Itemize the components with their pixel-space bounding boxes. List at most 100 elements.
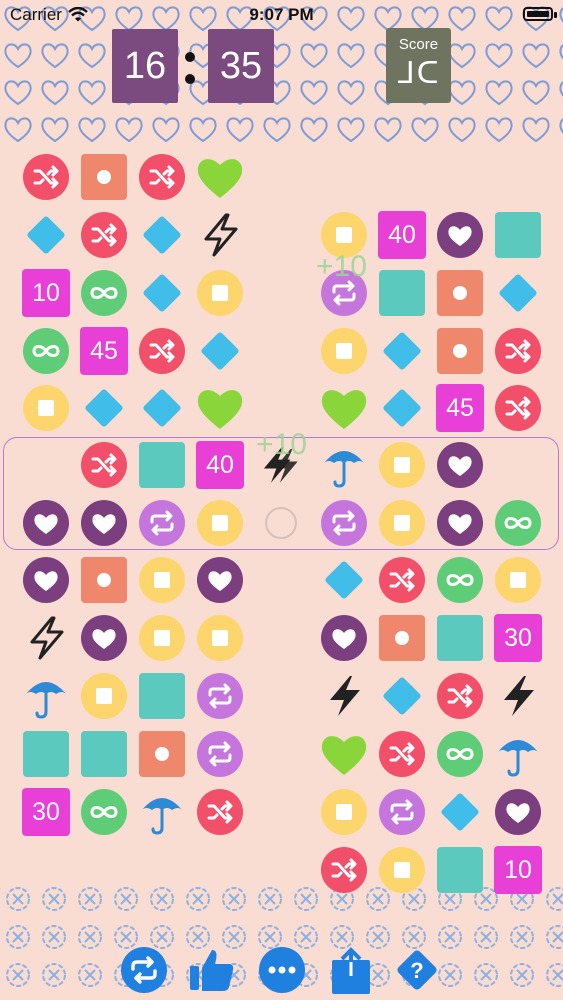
heart-badge-tile-icon[interactable] xyxy=(22,499,70,547)
repeat-tile-icon[interactable] xyxy=(320,499,368,547)
umbrella-tile-icon[interactable] xyxy=(320,441,368,489)
shuffle-tile-icon[interactable] xyxy=(138,327,186,375)
heart-badge-tile-icon[interactable] xyxy=(494,788,542,836)
like-button[interactable] xyxy=(188,948,236,996)
umbrella-tile-icon[interactable] xyxy=(22,672,70,720)
square-coin-tile-icon[interactable] xyxy=(320,788,368,836)
heart-badge-tile-icon[interactable] xyxy=(22,556,70,604)
diamond-tile-icon[interactable] xyxy=(436,788,484,836)
dot-square-tile-icon[interactable] xyxy=(378,614,426,662)
dot-square-tile-icon[interactable] xyxy=(138,730,186,778)
diamond-tile-icon[interactable] xyxy=(138,269,186,317)
dot-square-tile-icon[interactable] xyxy=(80,556,128,604)
lightning-tile-icon[interactable] xyxy=(494,672,542,720)
heart-badge-tile-icon[interactable] xyxy=(436,211,484,259)
number-tile[interactable]: 30 xyxy=(22,788,70,836)
help-button[interactable]: ? xyxy=(393,948,441,996)
diamond-tile-icon[interactable] xyxy=(378,672,426,720)
repeat-tile-icon[interactable] xyxy=(196,672,244,720)
infinity-tile-icon[interactable] xyxy=(436,556,484,604)
square-coin-tile-icon[interactable] xyxy=(320,327,368,375)
umbrella-tile-icon[interactable] xyxy=(138,788,186,836)
square-coin-tile-icon[interactable] xyxy=(138,556,186,604)
square-coin-tile-icon[interactable] xyxy=(80,672,128,720)
diamond-tile-icon[interactable] xyxy=(494,269,542,317)
number-tile[interactable]: 40 xyxy=(378,211,426,259)
lightning-tile-icon[interactable] xyxy=(196,211,244,259)
teal-square-tile-icon[interactable] xyxy=(378,269,426,317)
heart-tile-icon[interactable] xyxy=(196,153,244,201)
shuffle-tile-icon[interactable] xyxy=(494,384,542,432)
square-coin-tile-icon[interactable] xyxy=(22,384,70,432)
shuffle-tile-icon[interactable] xyxy=(378,556,426,604)
square-coin-tile-icon[interactable] xyxy=(378,499,426,547)
infinity-tile-icon[interactable] xyxy=(80,788,128,836)
shuffle-tile-icon[interactable] xyxy=(320,846,368,894)
shuffle-tile-icon[interactable] xyxy=(436,672,484,720)
shuffle-tile-icon[interactable] xyxy=(80,441,128,489)
diamond-tile-icon[interactable] xyxy=(320,556,368,604)
share-button[interactable] xyxy=(327,946,375,996)
dot-square-tile-icon[interactable] xyxy=(436,327,484,375)
teal-square-tile-icon[interactable] xyxy=(436,846,484,894)
score-panel: Score ᒧᑕ xyxy=(386,28,451,103)
diamond-tile-icon[interactable] xyxy=(80,384,128,432)
teal-square-tile-icon[interactable] xyxy=(138,441,186,489)
timer-seconds: 35 xyxy=(208,29,274,103)
infinity-tile-icon[interactable] xyxy=(494,499,542,547)
number-tile[interactable]: 40 xyxy=(196,441,244,489)
umbrella-tile-icon[interactable] xyxy=(494,730,542,778)
repeat-tile-icon[interactable] xyxy=(378,788,426,836)
infinity-tile-icon[interactable] xyxy=(436,730,484,778)
dot-square-tile-icon[interactable] xyxy=(436,269,484,317)
diamond-tile-icon[interactable] xyxy=(196,327,244,375)
diamond-tile-icon[interactable] xyxy=(138,384,186,432)
repeat-tile-icon[interactable] xyxy=(138,499,186,547)
infinity-tile-icon[interactable] xyxy=(80,269,128,317)
number-tile[interactable]: 10 xyxy=(494,846,542,894)
shuffle-tile-icon[interactable] xyxy=(80,211,128,259)
diamond-tile-icon[interactable] xyxy=(138,211,186,259)
shuffle-tile-icon[interactable] xyxy=(22,153,70,201)
heart-tile-icon[interactable] xyxy=(320,384,368,432)
teal-square-tile-icon[interactable] xyxy=(138,672,186,720)
diamond-tile-icon[interactable] xyxy=(22,211,70,259)
square-coin-tile-icon[interactable] xyxy=(196,269,244,317)
square-coin-tile-icon[interactable] xyxy=(494,556,542,604)
heart-badge-tile-icon[interactable] xyxy=(196,556,244,604)
shuffle-tile-icon[interactable] xyxy=(494,327,542,375)
heart-badge-tile-icon[interactable] xyxy=(436,499,484,547)
infinity-tile-icon[interactable] xyxy=(22,327,70,375)
number-tile[interactable]: 10 xyxy=(22,269,70,317)
heart-badge-tile-icon[interactable] xyxy=(80,614,128,662)
diamond-tile-icon[interactable] xyxy=(378,384,426,432)
square-coin-tile-icon[interactable] xyxy=(378,846,426,894)
shuffle-tile-icon[interactable] xyxy=(196,788,244,836)
teal-square-tile-icon[interactable] xyxy=(436,614,484,662)
heart-tile-icon[interactable] xyxy=(196,384,244,432)
heart-tile-icon[interactable] xyxy=(320,730,368,778)
heart-badge-tile-icon[interactable] xyxy=(80,499,128,547)
teal-square-tile-icon[interactable] xyxy=(22,730,70,778)
square-coin-tile-icon[interactable] xyxy=(138,614,186,662)
shuffle-button[interactable] xyxy=(120,946,168,996)
shuffle-tile-icon[interactable] xyxy=(378,730,426,778)
heart-badge-tile-icon[interactable] xyxy=(436,441,484,489)
lightning-tile-icon[interactable] xyxy=(22,614,70,662)
number-tile[interactable]: 45 xyxy=(436,384,484,432)
teal-square-tile-icon[interactable] xyxy=(494,211,542,259)
teal-square-tile-icon[interactable] xyxy=(80,730,128,778)
heart-badge-tile-icon[interactable] xyxy=(320,614,368,662)
empty-tile-slot[interactable] xyxy=(265,507,297,539)
number-tile[interactable]: 45 xyxy=(80,327,128,375)
repeat-tile-icon[interactable] xyxy=(196,730,244,778)
square-coin-tile-icon[interactable] xyxy=(196,614,244,662)
square-coin-tile-icon[interactable] xyxy=(196,499,244,547)
dot-square-tile-icon[interactable] xyxy=(80,153,128,201)
lightning-tile-icon[interactable] xyxy=(320,672,368,720)
number-tile[interactable]: 30 xyxy=(494,614,542,662)
square-coin-tile-icon[interactable] xyxy=(378,441,426,489)
more-button[interactable] xyxy=(258,946,306,996)
shuffle-tile-icon[interactable] xyxy=(138,153,186,201)
diamond-tile-icon[interactable] xyxy=(378,327,426,375)
